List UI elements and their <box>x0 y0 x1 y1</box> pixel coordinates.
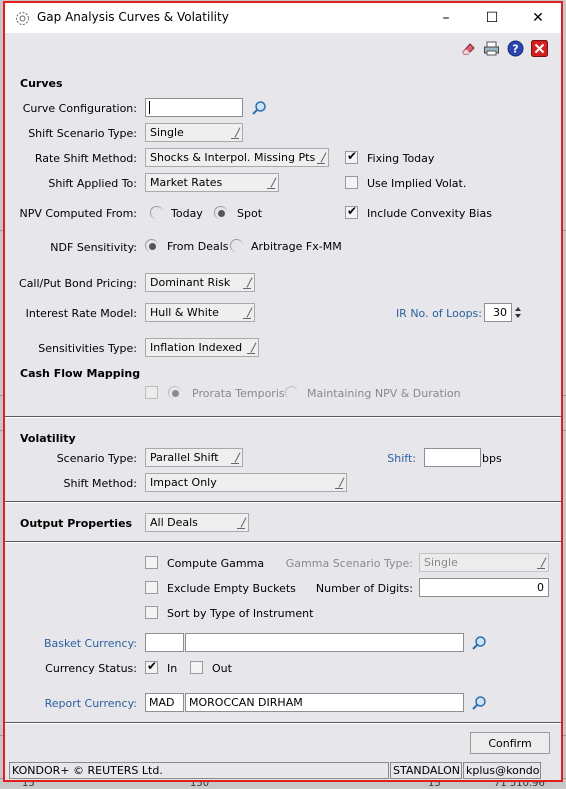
status-vendor: KONDOR+ © REUTERS Ltd. <box>9 762 389 779</box>
output-properties-section-title: Output Properties <box>20 517 133 530</box>
fixing-today-checkbox[interactable] <box>345 149 358 164</box>
fixing-today-label: Fixing Today <box>367 152 435 165</box>
shift-method-label: Shift Method: <box>63 477 137 490</box>
close-button[interactable]: ✕ <box>515 3 561 33</box>
shift-scenario-type-select[interactable]: Single <box>145 123 243 142</box>
ndf-sensitivity-label: NDF Sensitivity: <box>50 241 137 254</box>
call-put-bond-pricing-label: Call/Put Bond Pricing: <box>19 277 137 290</box>
divider <box>5 417 561 418</box>
npv-spot-label: Spot <box>237 207 263 220</box>
compute-gamma-checkbox[interactable] <box>145 556 158 569</box>
basket-currency-code-input[interactable] <box>145 633 184 652</box>
currency-status-out-label: Out <box>212 662 232 675</box>
cash-flow-mapping-checkbox[interactable] <box>145 386 158 399</box>
use-implied-volat-label: Use Implied Volat. <box>367 177 467 190</box>
basket-currency-name-input[interactable] <box>185 633 464 652</box>
include-convexity-bias-checkbox[interactable] <box>345 204 358 219</box>
sort-by-type-label: Sort by Type of Instrument <box>167 607 314 620</box>
ndf-from-deals-radio[interactable] <box>145 239 158 252</box>
rate-shift-method-label: Rate Shift Method: <box>34 152 137 165</box>
currency-status-in-label: In <box>167 662 178 675</box>
interest-rate-model-label: Interest Rate Model: <box>25 307 137 320</box>
status-mode: STANDALONE <box>390 762 462 779</box>
divider <box>5 542 561 543</box>
exclude-empty-buckets-checkbox[interactable] <box>145 581 158 594</box>
svg-text:?: ? <box>512 43 518 56</box>
rate-shift-method-select[interactable]: Shocks & Interpol. Missing Pts <box>145 148 329 167</box>
window-title: Gap Analysis Curves & Volatility <box>37 10 229 24</box>
scenario-type-select[interactable]: Parallel Shift <box>145 448 243 467</box>
help-icon[interactable]: ? <box>507 40 524 57</box>
curve-configuration-input[interactable] <box>145 98 243 117</box>
report-currency-code-input[interactable]: MAD <box>145 693 184 712</box>
volatility-section-title: Volatility <box>20 432 76 445</box>
report-currency-label: Report Currency: <box>44 697 137 710</box>
gamma-scenario-type-label: Gamma Scenario Type: <box>285 557 413 570</box>
curve-configuration-label: Curve Configuration: <box>22 102 137 115</box>
ir-no-of-loops-label: IR No. of Loops: <box>395 307 482 320</box>
prorata-temporis-radio[interactable] <box>168 386 181 399</box>
exclude-empty-buckets-label: Exclude Empty Buckets <box>167 582 296 595</box>
npv-today-radio[interactable] <box>150 206 163 219</box>
maintaining-npv-radio[interactable] <box>285 386 298 399</box>
basket-currency-search-icon[interactable] <box>471 635 487 651</box>
maintaining-npv-label: Maintaining NPV & Duration <box>307 387 461 400</box>
shift-applied-to-label: Shift Applied To: <box>48 177 137 190</box>
compute-gamma-label: Compute Gamma <box>167 557 265 570</box>
shift-method-select[interactable]: Impact Only <box>145 473 347 492</box>
shift-scenario-type-label: Shift Scenario Type: <box>28 127 137 140</box>
sensitivities-type-select[interactable]: Inflation Indexed <box>145 338 259 357</box>
npv-spot-radio[interactable] <box>214 206 227 219</box>
report-currency-name-input[interactable]: MOROCCAN DIRHAM <box>185 693 464 712</box>
app-icon <box>16 12 29 25</box>
divider <box>5 502 561 503</box>
printer-icon[interactable] <box>483 40 500 57</box>
shift-unit-label: bps <box>482 452 502 465</box>
ndf-arbitrage-label: Arbitrage Fx-MM <box>251 240 342 253</box>
ir-loops-spinner[interactable] <box>513 303 523 322</box>
sensitivities-type-label: Sensitivities Type: <box>38 342 137 355</box>
number-of-digits-label: Number of Digits: <box>315 582 413 595</box>
search-icon[interactable] <box>251 100 267 116</box>
number-of-digits-input[interactable]: 0 <box>419 578 549 597</box>
minimize-button[interactable]: – <box>423 3 469 33</box>
minimize-icon: – <box>442 10 450 26</box>
currency-status-label: Currency Status: <box>45 662 137 675</box>
close-red-icon[interactable] <box>531 40 548 57</box>
gamma-scenario-type-select[interactable]: Single <box>419 553 549 572</box>
output-properties-select[interactable]: All Deals <box>145 513 249 532</box>
include-convexity-bias-label: Include Convexity Bias <box>367 207 492 220</box>
npv-computed-from-label: NPV Computed From: <box>19 207 137 220</box>
shift-input[interactable] <box>424 448 481 467</box>
status-user: kplus@kondor1 <box>463 762 541 779</box>
confirm-button[interactable]: Confirm <box>470 732 550 754</box>
maximize-icon: ☐ <box>485 10 499 26</box>
maximize-button[interactable]: ☐ <box>469 3 515 33</box>
curves-section-title: Curves <box>20 77 63 90</box>
ndf-arbitrage-radio[interactable] <box>230 239 243 252</box>
report-currency-search-icon[interactable] <box>471 695 487 711</box>
currency-status-out-checkbox[interactable] <box>190 661 203 674</box>
sort-by-type-checkbox[interactable] <box>145 606 158 619</box>
ndf-from-deals-label: From Deals <box>167 240 229 253</box>
shift-label: Shift: <box>387 452 416 465</box>
close-icon: ✕ <box>532 10 544 26</box>
interest-rate-model-select[interactable]: Hull & White <box>145 303 255 322</box>
dialog-window: Gap Analysis Curves & Volatility – ☐ ✕ ?… <box>3 1 563 782</box>
text-cursor <box>149 101 150 114</box>
prorata-temporis-label: Prorata Temporis <box>192 387 285 400</box>
title-bar[interactable]: Gap Analysis Curves & Volatility – ☐ ✕ <box>5 3 561 33</box>
cash-flow-mapping-section-title: Cash Flow Mapping <box>20 367 141 380</box>
currency-status-in-checkbox[interactable] <box>145 659 158 674</box>
scenario-type-label: Scenario Type: <box>56 452 137 465</box>
ir-no-of-loops-input[interactable]: 30 <box>484 303 512 322</box>
shift-applied-to-select[interactable]: Market Rates <box>145 173 279 192</box>
npv-today-label: Today <box>171 207 203 220</box>
call-put-bond-pricing-select[interactable]: Dominant Risk <box>145 273 255 292</box>
eraser-icon[interactable] <box>460 40 477 57</box>
divider <box>5 723 561 724</box>
basket-currency-label: Basket Currency: <box>43 637 137 650</box>
use-implied-volat-checkbox[interactable] <box>345 176 358 189</box>
